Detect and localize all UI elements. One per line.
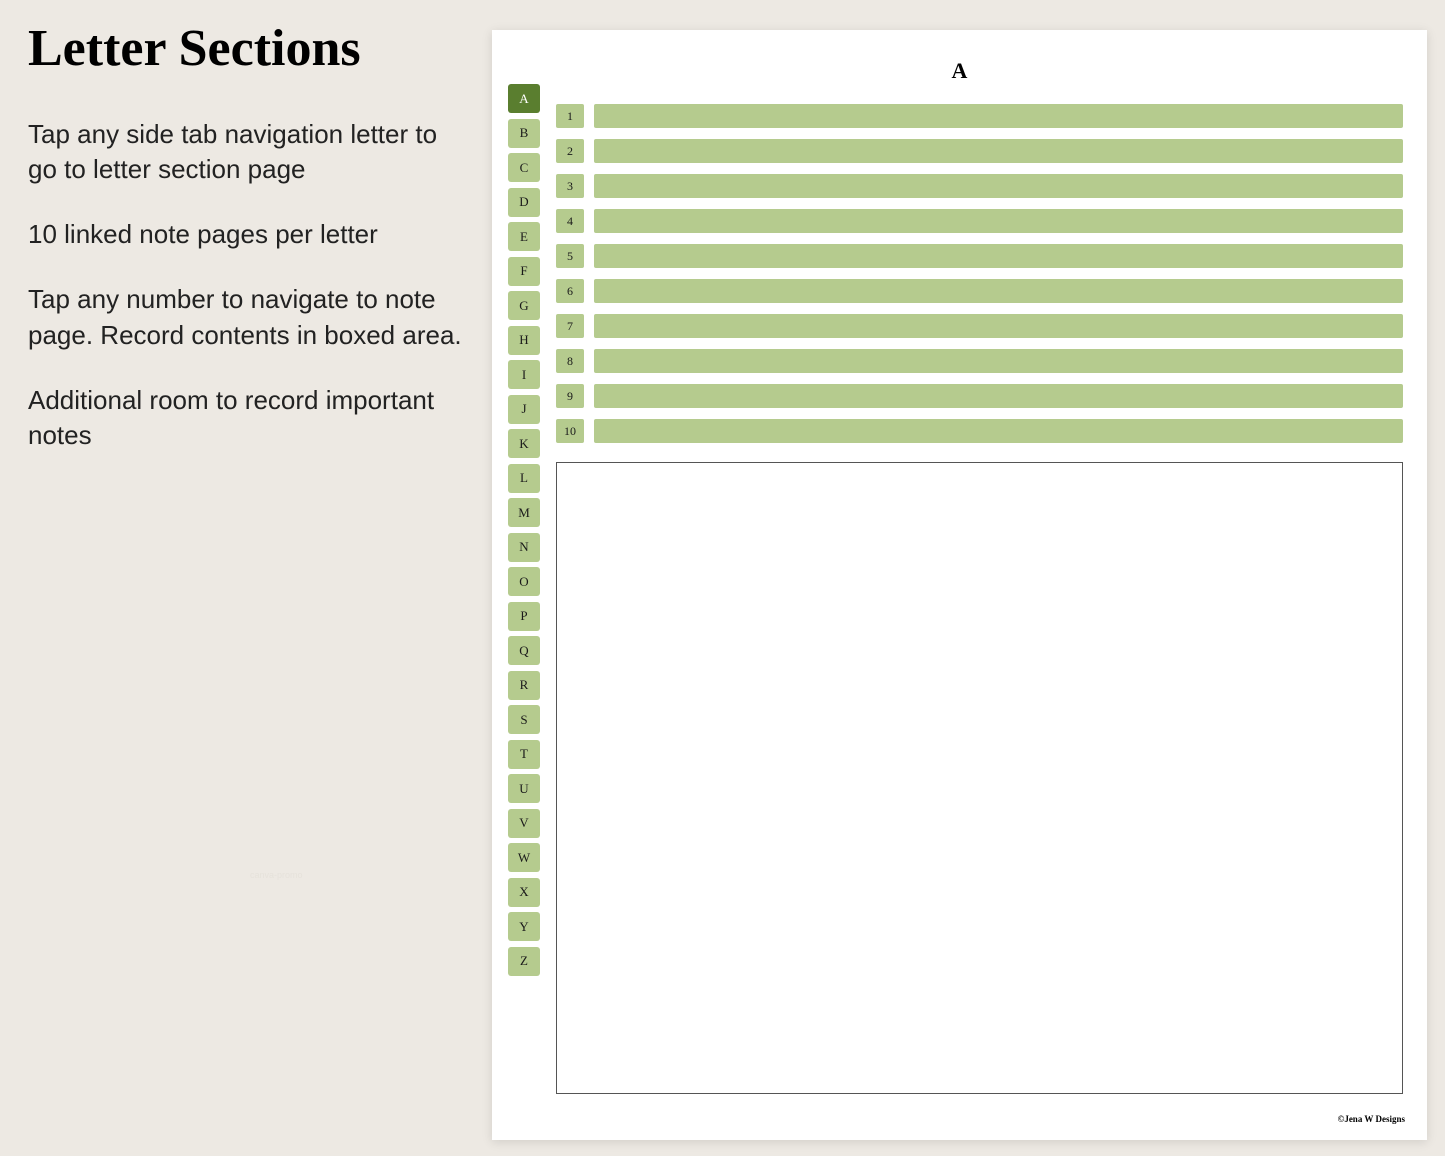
letter-heading: A bbox=[492, 58, 1427, 84]
note-number-7[interactable]: 7 bbox=[556, 314, 584, 338]
note-content-bar[interactable] bbox=[594, 209, 1403, 233]
note-row: 7 bbox=[556, 314, 1403, 338]
description-4: Additional room to record important note… bbox=[28, 383, 468, 453]
note-number-2[interactable]: 2 bbox=[556, 139, 584, 163]
side-tab-c[interactable]: C bbox=[508, 153, 540, 182]
note-number-5[interactable]: 5 bbox=[556, 244, 584, 268]
side-tab-e[interactable]: E bbox=[508, 222, 540, 251]
note-row: 6 bbox=[556, 279, 1403, 303]
side-tab-u[interactable]: U bbox=[508, 774, 540, 803]
note-row: 3 bbox=[556, 174, 1403, 198]
side-tab-p[interactable]: P bbox=[508, 602, 540, 631]
side-tab-r[interactable]: R bbox=[508, 671, 540, 700]
note-content-bar[interactable] bbox=[594, 384, 1403, 408]
side-tab-a[interactable]: A bbox=[508, 84, 540, 113]
note-number-4[interactable]: 4 bbox=[556, 209, 584, 233]
notes-box[interactable] bbox=[556, 462, 1403, 1094]
side-tab-k[interactable]: K bbox=[508, 429, 540, 458]
side-tab-x[interactable]: X bbox=[508, 878, 540, 907]
note-number-1[interactable]: 1 bbox=[556, 104, 584, 128]
note-content-bar[interactable] bbox=[594, 349, 1403, 373]
side-tab-n[interactable]: N bbox=[508, 533, 540, 562]
side-tab-z[interactable]: Z bbox=[508, 947, 540, 976]
side-tab-q[interactable]: Q bbox=[508, 636, 540, 665]
watermark: canva-promo bbox=[250, 870, 303, 880]
side-tab-y[interactable]: Y bbox=[508, 912, 540, 941]
note-number-6[interactable]: 6 bbox=[556, 279, 584, 303]
note-row: 4 bbox=[556, 209, 1403, 233]
note-content-bar[interactable] bbox=[594, 314, 1403, 338]
side-tab-m[interactable]: M bbox=[508, 498, 540, 527]
note-content-bar[interactable] bbox=[594, 279, 1403, 303]
note-row: 8 bbox=[556, 349, 1403, 373]
side-tab-g[interactable]: G bbox=[508, 291, 540, 320]
note-content-bar[interactable] bbox=[594, 104, 1403, 128]
side-tab-o[interactable]: O bbox=[508, 567, 540, 596]
planner-page: A ABCDEFGHIJKLMNOPQRSTUVWXYZ 12345678910… bbox=[492, 30, 1427, 1140]
note-content-bar[interactable] bbox=[594, 139, 1403, 163]
side-tab-l[interactable]: L bbox=[508, 464, 540, 493]
page-title: Letter Sections bbox=[28, 20, 468, 77]
side-tab-f[interactable]: F bbox=[508, 257, 540, 286]
note-row: 10 bbox=[556, 419, 1403, 443]
note-row: 1 bbox=[556, 104, 1403, 128]
note-number-3[interactable]: 3 bbox=[556, 174, 584, 198]
note-rows: 1 2 3 4 5 6 7 8 9 10 bbox=[556, 104, 1403, 443]
designer-credit: ©Jena W Designs bbox=[1338, 1114, 1405, 1124]
note-row: 2 bbox=[556, 139, 1403, 163]
side-tab-h[interactable]: H bbox=[508, 326, 540, 355]
description-1: Tap any side tab navigation letter to go… bbox=[28, 117, 468, 187]
note-content-bar[interactable] bbox=[594, 174, 1403, 198]
note-row: 9 bbox=[556, 384, 1403, 408]
side-tab-j[interactable]: J bbox=[508, 395, 540, 424]
note-content-bar[interactable] bbox=[594, 419, 1403, 443]
side-tab-d[interactable]: D bbox=[508, 188, 540, 217]
side-tab-b[interactable]: B bbox=[508, 119, 540, 148]
letter-side-tabs: ABCDEFGHIJKLMNOPQRSTUVWXYZ bbox=[508, 84, 540, 976]
info-panel: Letter Sections Tap any side tab navigat… bbox=[28, 20, 468, 483]
description-2: 10 linked note pages per letter bbox=[28, 217, 468, 252]
side-tab-v[interactable]: V bbox=[508, 809, 540, 838]
note-row: 5 bbox=[556, 244, 1403, 268]
side-tab-s[interactable]: S bbox=[508, 705, 540, 734]
note-number-9[interactable]: 9 bbox=[556, 384, 584, 408]
side-tab-w[interactable]: W bbox=[508, 843, 540, 872]
note-number-10[interactable]: 10 bbox=[556, 419, 584, 443]
side-tab-t[interactable]: T bbox=[508, 740, 540, 769]
description-3: Tap any number to navigate to note page.… bbox=[28, 282, 468, 352]
note-number-8[interactable]: 8 bbox=[556, 349, 584, 373]
side-tab-i[interactable]: I bbox=[508, 360, 540, 389]
note-content-bar[interactable] bbox=[594, 244, 1403, 268]
